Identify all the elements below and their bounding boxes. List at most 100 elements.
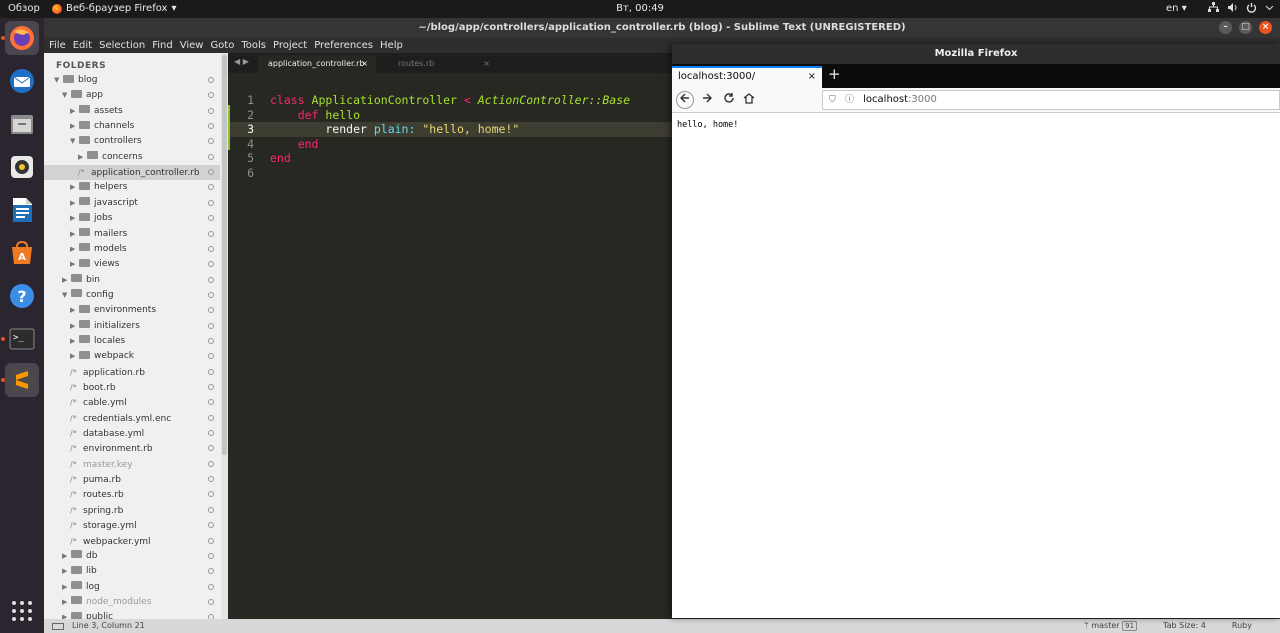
minimize-button[interactable]: – bbox=[1219, 21, 1232, 34]
caret-right-icon[interactable]: ▶ bbox=[70, 319, 79, 334]
caret-right-icon[interactable]: ▶ bbox=[70, 242, 79, 257]
folder-item[interactable]: ▶ public bbox=[44, 610, 220, 619]
folder-item[interactable]: ▶ webpack bbox=[44, 349, 220, 364]
close-circle-icon[interactable] bbox=[208, 537, 214, 544]
close-circle-icon[interactable] bbox=[208, 522, 214, 529]
caret-right-icon[interactable]: ▶ bbox=[70, 257, 79, 272]
folder-item[interactable]: ▶ log bbox=[44, 580, 220, 595]
scrollbar-thumb[interactable] bbox=[222, 55, 227, 455]
maximize-button[interactable]: □ bbox=[1239, 21, 1252, 34]
close-button[interactable]: × bbox=[1259, 21, 1272, 34]
folder-item[interactable]: ▶ bin bbox=[44, 273, 220, 288]
folder-item[interactable]: ▶ db bbox=[44, 549, 220, 564]
close-icon[interactable]: × bbox=[808, 68, 816, 86]
caret-right-icon[interactable]: ▶ bbox=[70, 227, 79, 242]
close-circle-icon[interactable] bbox=[208, 368, 214, 375]
caret-right-icon[interactable]: ▶ bbox=[70, 104, 79, 119]
folder-item[interactable]: ▶ views bbox=[44, 257, 220, 272]
close-circle-icon[interactable] bbox=[208, 337, 214, 344]
new-tab-button[interactable]: + bbox=[828, 65, 841, 83]
close-circle-icon[interactable] bbox=[208, 169, 214, 176]
close-circle-icon[interactable] bbox=[208, 199, 214, 206]
caret-right-icon[interactable]: ▶ bbox=[70, 180, 79, 195]
code-line[interactable]: 3 render plain: "hello, home!" bbox=[228, 122, 672, 138]
dock-ubuntu-software[interactable]: A bbox=[5, 236, 39, 270]
folder-item[interactable]: ▶ channels bbox=[44, 119, 220, 134]
dock-terminal[interactable]: >_ bbox=[5, 322, 39, 356]
syntax-selector[interactable]: Ruby bbox=[1232, 619, 1252, 633]
folder-item[interactable]: ▶ mailers bbox=[44, 227, 220, 242]
caret-right-icon[interactable]: ▶ bbox=[62, 273, 71, 288]
code-line[interactable]: 2 def hello bbox=[228, 108, 672, 123]
caret-right-icon[interactable]: ▶ bbox=[78, 150, 87, 165]
close-circle-icon[interactable] bbox=[208, 230, 214, 237]
close-circle-icon[interactable] bbox=[208, 430, 214, 437]
close-circle-icon[interactable] bbox=[208, 92, 214, 99]
tab-nav-arrows[interactable]: ◀ ▶ bbox=[234, 57, 249, 66]
folder-item[interactable]: ▶ assets bbox=[44, 104, 220, 119]
home-button[interactable] bbox=[740, 91, 758, 109]
file-item[interactable]: /* database.yml bbox=[44, 426, 220, 441]
menu-file[interactable]: File bbox=[49, 38, 66, 53]
file-item[interactable]: /* credentials.yml.enc bbox=[44, 411, 220, 426]
folder-item[interactable]: ▼ blog bbox=[44, 73, 220, 88]
dock-thunderbird[interactable] bbox=[5, 64, 39, 98]
close-circle-icon[interactable] bbox=[208, 598, 214, 605]
close-circle-icon[interactable] bbox=[208, 568, 214, 575]
code-line[interactable]: 1 class ApplicationController < ActionCon… bbox=[228, 93, 672, 108]
menu-tools[interactable]: Tools bbox=[241, 38, 266, 53]
caret-right-icon[interactable]: ▶ bbox=[62, 595, 71, 610]
file-item[interactable]: /* boot.rb bbox=[44, 380, 220, 395]
close-circle-icon[interactable] bbox=[208, 184, 214, 191]
shield-icon[interactable]: ⛉ bbox=[829, 91, 836, 109]
tab-size[interactable]: Tab Size: 4 bbox=[1163, 619, 1206, 633]
file-item[interactable]: /* environment.rb bbox=[44, 441, 220, 456]
close-circle-icon[interactable] bbox=[208, 476, 214, 483]
caret-right-icon[interactable]: ▶ bbox=[70, 196, 79, 211]
close-circle-icon[interactable] bbox=[208, 445, 214, 452]
dock-firefox[interactable] bbox=[5, 21, 39, 55]
close-icon[interactable]: × bbox=[361, 55, 368, 73]
caret-down-icon[interactable]: ▼ bbox=[62, 288, 71, 303]
activities-button[interactable]: Обзор bbox=[8, 3, 40, 14]
menu-find[interactable]: Find bbox=[152, 38, 173, 53]
file-item[interactable]: /* cable.yml bbox=[44, 395, 220, 410]
reload-button[interactable] bbox=[720, 91, 738, 109]
info-icon[interactable]: ⓘ bbox=[845, 91, 854, 109]
panel-toggle-icon[interactable] bbox=[52, 622, 64, 630]
file-item[interactable]: /* puma.rb bbox=[44, 472, 220, 487]
folder-item[interactable]: ▼ controllers bbox=[44, 134, 220, 149]
folder-item[interactable]: ▼ config bbox=[44, 288, 220, 303]
folder-item[interactable]: ▶ javascript bbox=[44, 196, 220, 211]
dock-files[interactable] bbox=[5, 107, 39, 141]
caret-right-icon[interactable]: ▶ bbox=[70, 119, 79, 134]
menu-view[interactable]: View bbox=[180, 38, 204, 53]
url-bar[interactable]: ⛉ ⓘ localhost:3000 bbox=[822, 90, 1280, 110]
file-item[interactable]: /* webpacker.yml bbox=[44, 534, 220, 549]
sidebar-scrollbar[interactable] bbox=[221, 53, 228, 619]
folder-item[interactable]: ▶ jobs bbox=[44, 211, 220, 226]
folder-item[interactable]: ▶ helpers bbox=[44, 180, 220, 195]
caret-right-icon[interactable]: ▶ bbox=[70, 211, 79, 226]
folder-item[interactable]: ▶ node_modules bbox=[44, 595, 220, 610]
folder-item[interactable]: ▶ models bbox=[44, 242, 220, 257]
folder-item[interactable]: ▶ environments bbox=[44, 303, 220, 318]
code-line[interactable]: 4 end bbox=[228, 137, 672, 152]
caret-down-icon[interactable]: ▼ bbox=[62, 88, 71, 103]
caret-right-icon[interactable]: ▶ bbox=[70, 303, 79, 318]
tab-routes[interactable]: routes.rb × bbox=[388, 55, 498, 73]
close-circle-icon[interactable] bbox=[208, 307, 214, 314]
menu-edit[interactable]: Edit bbox=[73, 38, 92, 53]
folder-item[interactable]: ▶ locales bbox=[44, 334, 220, 349]
file-item[interactable]: /* master.key bbox=[44, 457, 220, 472]
close-icon[interactable]: × bbox=[483, 55, 490, 73]
code-line[interactable]: 6 bbox=[228, 166, 672, 181]
folder-item[interactable]: ▼ app bbox=[44, 88, 220, 103]
file-item[interactable]: /* storage.yml bbox=[44, 518, 220, 533]
close-circle-icon[interactable] bbox=[208, 491, 214, 498]
close-circle-icon[interactable] bbox=[208, 153, 214, 160]
close-circle-icon[interactable] bbox=[208, 414, 214, 421]
close-circle-icon[interactable] bbox=[208, 583, 214, 590]
caret-right-icon[interactable]: ▶ bbox=[62, 610, 71, 619]
caret-right-icon[interactable]: ▶ bbox=[62, 564, 71, 579]
